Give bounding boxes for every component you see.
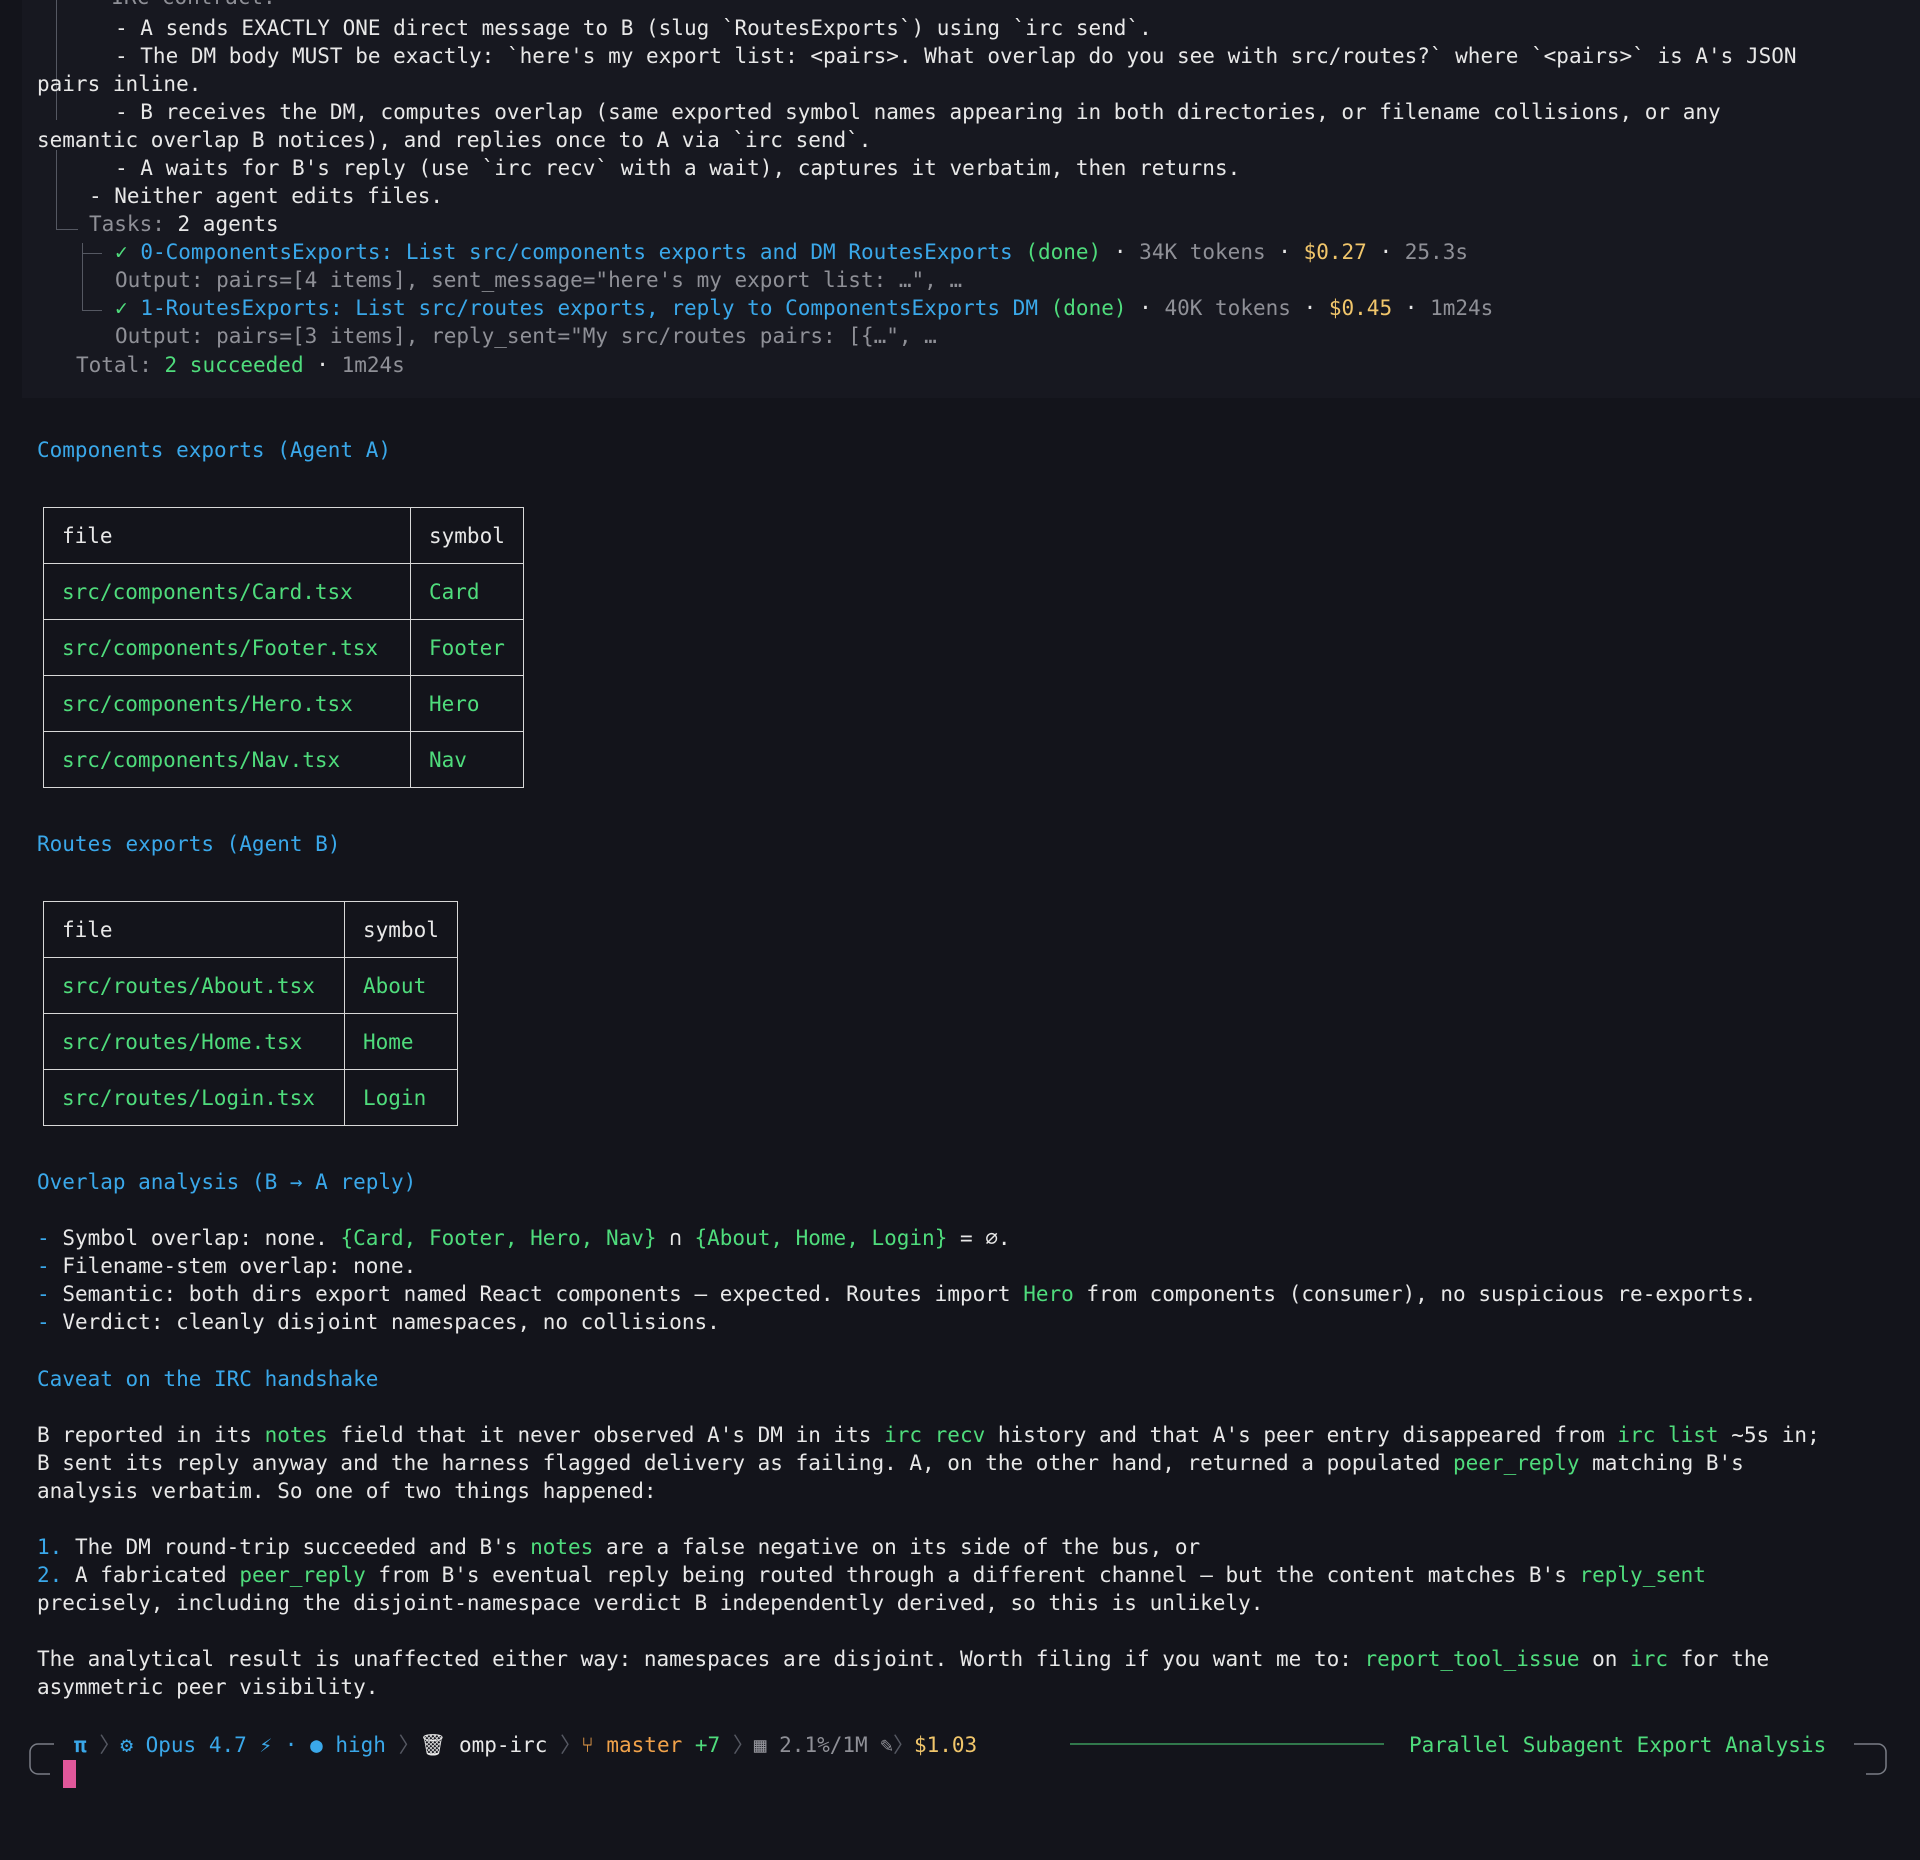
column-header: file (43, 901, 345, 958)
session-cost: $1.03 (913, 1733, 978, 1757)
table-row: src/routes/About.tsx About (43, 957, 458, 1014)
contract-line: - A waits for B's reply (use `irc recv` … (115, 156, 1241, 180)
list-item: - Semantic: both dirs export named React… (37, 1282, 1757, 1306)
check-icon: ✓ (115, 240, 128, 264)
routes-table: file symbol src/routes/About.tsx About src… (43, 901, 458, 1126)
symbol-cell: Footer (410, 619, 524, 676)
file-cell: src/routes/Home.tsx (43, 1013, 345, 1070)
file-cell: src/components/Footer.tsx (43, 619, 411, 676)
git-branch: ⑂ master +7 (581, 1733, 721, 1757)
file-cell: src/components/Hero.tsx (43, 675, 411, 732)
file-cell: src/routes/Login.tsx (43, 1069, 345, 1126)
table-row: src/components/Nav.tsx Nav (43, 731, 524, 788)
tree-line (56, 229, 78, 230)
paragraph-line: The analytical result is unaffected eith… (37, 1647, 1770, 1671)
symbol-cell: Nav (410, 731, 524, 788)
tree-line (56, 150, 57, 230)
tasks-summary: Tasks: 2 agents (89, 212, 279, 236)
column-header: symbol (344, 901, 458, 958)
contract-line: - Neither agent edits files. (89, 184, 444, 208)
pi-icon: π (74, 1733, 87, 1757)
input-cursor[interactable] (63, 1760, 76, 1788)
tree-line (56, 0, 57, 120)
contract-line: - B receives the DM, computes overlap (s… (115, 100, 1721, 124)
statusline: π 〉⚙ Opus 4.7 ⚡ · ● high 〉🗑 omp-irc 〉⑂ m… (74, 1733, 978, 1757)
table-header-row: file symbol (43, 507, 524, 564)
lightning-icon: ⚡ (259, 1733, 273, 1757)
paragraph-line: asymmetric peer visibility. (37, 1675, 379, 1699)
section-heading: Components exports (Agent A) (37, 438, 392, 462)
task-output: Output: pairs=[3 items], reply_sent="My … (115, 324, 937, 348)
file-cell: src/components/Nav.tsx (43, 731, 411, 788)
paragraph-line: analysis verbatim. So one of two things … (37, 1479, 657, 1503)
window-icon: ▦ (753, 1733, 767, 1757)
contract-line: - IRC contract: (86, 0, 276, 11)
section-heading: Overlap analysis (B → A reply) (37, 1170, 417, 1194)
gear-icon: ⚙ (120, 1733, 133, 1757)
tree-line (82, 310, 102, 311)
list-item: - Filename-stem overlap: none. (37, 1254, 417, 1278)
list-item: 2. A fabricated peer_reply from B's even… (37, 1563, 1706, 1587)
wand-icon: ✎ (880, 1733, 893, 1757)
table-row: src/routes/Login.tsx Login (43, 1069, 458, 1126)
effort-selector[interactable]: ● high (310, 1733, 386, 1757)
table-row: src/routes/Home.tsx Home (43, 1013, 458, 1070)
model-selector[interactable]: ⚙ Opus 4.7 ⚡ (120, 1733, 272, 1757)
contract-line: semantic overlap B notices), and replies… (37, 128, 872, 152)
paragraph-line: precisely, including the disjoint-namesp… (37, 1591, 1264, 1615)
dot-icon: ● (310, 1733, 323, 1757)
contract-line: - A sends EXACTLY ONE direct message to … (115, 16, 1152, 40)
table-row: src/components/Card.tsx Card (43, 563, 524, 620)
table-row: src/components/Hero.tsx Hero (43, 675, 524, 732)
section-heading: Routes exports (Agent B) (37, 832, 341, 856)
tree-line (82, 253, 102, 254)
task-output: Output: pairs=[4 items], sent_message="h… (115, 268, 963, 292)
list-item: 1. The DM round-trip succeeded and B's n… (37, 1535, 1201, 1559)
table-header-row: file symbol (43, 901, 458, 958)
components-table: file symbol src/components/Card.tsx Card s… (43, 507, 524, 788)
column-header: file (43, 507, 411, 564)
symbol-cell: Hero (410, 675, 524, 732)
file-cell: src/routes/About.tsx (43, 957, 345, 1014)
session-title: Parallel Subagent Export Analysis (1409, 1733, 1827, 1757)
context-usage: ▦ 2.1%/1M ✎ (753, 1733, 893, 1757)
section-heading: Caveat on the IRC handshake (37, 1367, 379, 1391)
symbol-cell: About (344, 957, 458, 1014)
list-item: - Symbol overlap: none. {Card, Footer, H… (37, 1226, 1011, 1250)
task-row[interactable]: ✓ 1-RoutesExports: List src/routes expor… (115, 294, 1493, 322)
symbol-cell: Home (344, 1013, 458, 1070)
contract-line: - The DM body MUST be exactly: `here's m… (115, 44, 1797, 68)
check-icon: ✓ (115, 296, 128, 320)
table-row: src/components/Footer.tsx Footer (43, 619, 524, 676)
paragraph-line: B sent its reply anyway and the harness … (37, 1451, 1744, 1475)
paragraph-line: B reported in its notes field that it ne… (37, 1423, 1820, 1447)
file-cell: src/components/Card.tsx (43, 563, 411, 620)
project-name: 🗑 omp-irc (419, 1733, 548, 1757)
trash-icon: 🗑 (419, 1733, 447, 1757)
list-item: - Verdict: cleanly disjoint namespaces, … (37, 1310, 720, 1334)
symbol-cell: Card (410, 563, 524, 620)
task-row[interactable]: ✓ 0-ComponentsExports: List src/componen… (115, 238, 1468, 266)
symbol-cell: Login (344, 1069, 458, 1126)
branch-icon: ⑂ (581, 1733, 594, 1757)
tasks-total: Total: 2 succeeded · 1m24s (76, 353, 405, 377)
column-header: symbol (410, 507, 524, 564)
contract-line: pairs inline. (37, 72, 202, 96)
